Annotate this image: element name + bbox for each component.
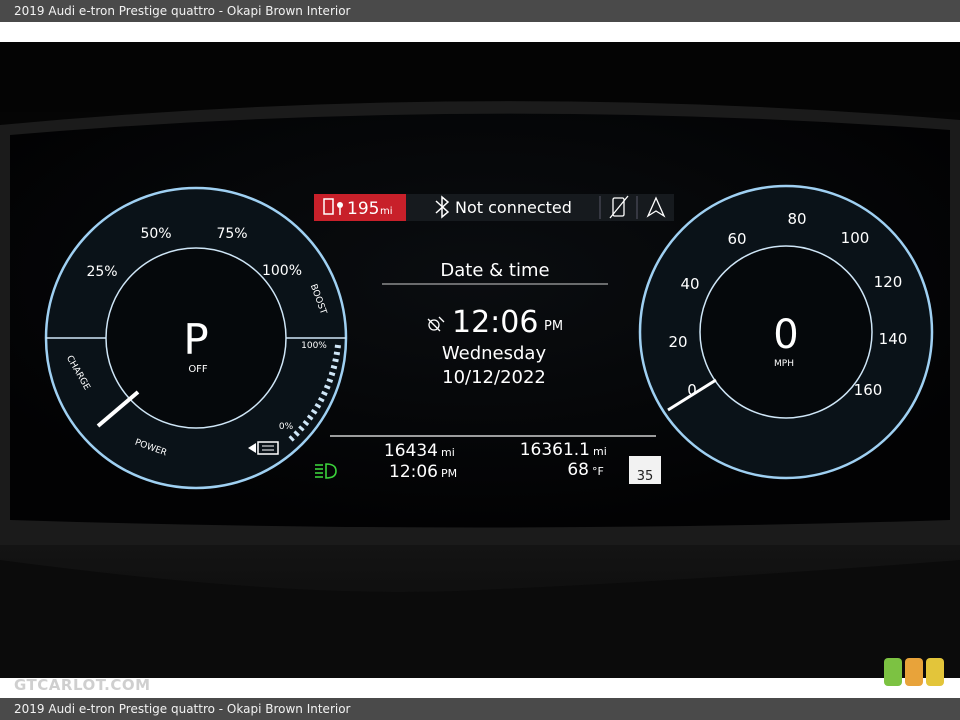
- site-logo-icon: [884, 658, 944, 686]
- power-label-75: 75%: [216, 226, 247, 242]
- caption-top: 2019 Audi e-tron Prestige quattro - Okap…: [0, 0, 960, 22]
- center-ampm: PM: [544, 319, 563, 334]
- temperature-unit: °F: [592, 465, 604, 478]
- speed-tick-100: 100: [841, 229, 870, 247]
- center-date: 10/12/2022: [442, 367, 546, 388]
- trip-distance-value: 16361.1: [520, 440, 590, 460]
- power-label-100: 100%: [262, 263, 302, 279]
- logo-box-yellow: [926, 658, 944, 686]
- caption-bottom: 2019 Audi e-tron Prestige quattro - Okap…: [0, 698, 960, 720]
- gear-indicator: P: [183, 315, 208, 364]
- watermark: GTCARLOT.COM: [14, 676, 151, 694]
- speed-unit: MPH: [774, 359, 794, 369]
- gear-state: OFF: [188, 364, 208, 375]
- speed-tick-160: 160: [854, 381, 883, 399]
- battery-label-100: 100%: [301, 341, 327, 351]
- speed-tick-40: 40: [680, 275, 699, 293]
- battery-label-0: 0%: [279, 422, 294, 432]
- speed-limit-sign-icon: 35: [629, 456, 661, 484]
- logo-box-orange: [905, 658, 923, 686]
- range-value: 195: [347, 199, 379, 219]
- power-label-50: 50%: [140, 226, 171, 242]
- speed-tick-120: 120: [874, 273, 903, 291]
- speed-tick-140: 140: [879, 330, 908, 348]
- odometer-value: 16434: [384, 441, 438, 461]
- instrument-cluster-photo: 25% 50% 75% 100% BOOST CHARGE POWER 100%…: [0, 42, 960, 678]
- power-meter: 25% 50% 75% 100% BOOST CHARGE POWER 100%…: [44, 186, 348, 490]
- speed-limit-value: 35: [637, 469, 654, 484]
- trip-clock: 12:06: [389, 462, 438, 482]
- center-time: 12:06: [452, 305, 538, 340]
- speed-tick-20: 20: [668, 333, 687, 351]
- power-label-25: 25%: [86, 264, 117, 280]
- white-strip-top: [0, 22, 960, 42]
- logo-box-green: [884, 658, 902, 686]
- speed-tick-60: 60: [727, 230, 746, 248]
- trip-distance-unit: mi: [593, 445, 607, 458]
- speed-tick-80: 80: [787, 210, 806, 228]
- speed-value: 0: [773, 312, 798, 358]
- center-day: Wednesday: [442, 343, 547, 364]
- outside-temperature: 68: [567, 460, 589, 480]
- status-bar: 195 mi Not connected: [314, 194, 674, 221]
- cluster-svg: 25% 50% 75% 100% BOOST CHARGE POWER 100%…: [0, 42, 960, 678]
- bluetooth-status: Not connected: [455, 198, 572, 217]
- center-title: Date & time: [440, 260, 549, 281]
- speedometer: 0 20 40 60 80 100 120 140 160 0 MPH: [638, 184, 934, 480]
- range-unit: mi: [380, 206, 393, 217]
- speed-tick-0: 0: [687, 381, 697, 399]
- odometer-unit: mi: [441, 446, 455, 459]
- trip-clock-ampm: PM: [441, 467, 457, 480]
